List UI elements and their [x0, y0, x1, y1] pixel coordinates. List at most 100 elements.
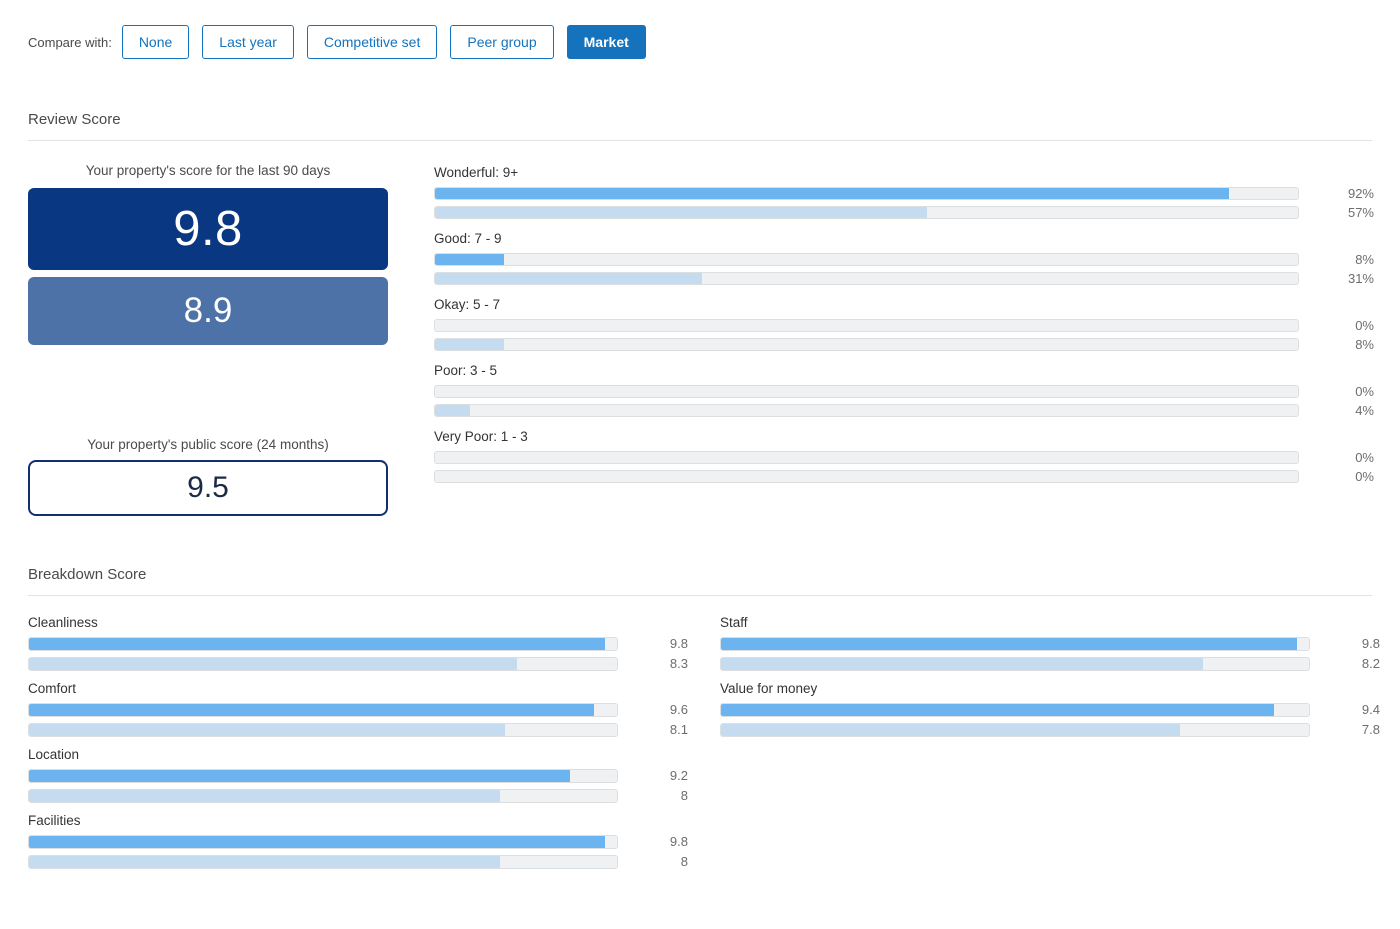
breakdown-group-comfort: Comfort 9.6 8.1	[28, 681, 688, 737]
breakdown-value-staff-market: 8.2	[1361, 656, 1380, 671]
breakdown-row-value-for-money-market: 7.8	[720, 722, 1380, 737]
bar-fill-property	[435, 254, 505, 265]
compare-option-none[interactable]: None	[121, 25, 190, 59]
bar-fill-market	[435, 339, 505, 350]
bar-track	[720, 722, 1311, 737]
bar-fill-market	[435, 207, 927, 218]
public-score-box: 9.5	[28, 460, 388, 516]
distribution-value-very-poor-property: 0%	[1355, 450, 1374, 465]
bar-fill-property	[721, 703, 1274, 716]
primary-score-box: 9.8	[28, 188, 388, 270]
compare-score-value: 8.9	[183, 291, 233, 330]
bar-fill-market	[29, 657, 518, 670]
breakdown-row-location-market: 8	[28, 788, 688, 803]
distribution-group-wonderful: Wonderful: 9+ 92% 57%	[434, 165, 1374, 220]
bar-fill-property	[29, 703, 594, 716]
breakdown-group-cleanliness: Cleanliness 9.8 8.3	[28, 615, 688, 671]
bar-track	[28, 702, 619, 717]
bar-track	[720, 656, 1311, 671]
bar-track	[28, 834, 619, 849]
breakdown-value-facilities-market: 8	[680, 854, 688, 869]
compare-with-toolbar: Compare with: None Last year Competitive…	[28, 25, 659, 59]
distribution-value-good-property: 8%	[1355, 252, 1374, 267]
bar-track	[434, 319, 1299, 332]
breakdown-column-right: Staff 9.8 8.2 Value for money 9.4 7.8	[720, 615, 1380, 747]
breakdown-column-left: Cleanliness 9.8 8.3 Comfort 9.6 8.1 Loca…	[28, 615, 688, 879]
breakdown-value-facilities-property: 9.8	[669, 834, 688, 849]
distribution-value-poor-property: 0%	[1355, 384, 1374, 399]
distribution-label-good: Good: 7 - 9	[434, 231, 502, 246]
distribution-label-very-poor: Very Poor: 1 - 3	[434, 429, 528, 444]
breakdown-group-facilities: Facilities 9.8 8	[28, 813, 688, 869]
bar-track	[434, 272, 1299, 285]
bar-fill-market	[29, 789, 500, 802]
compare-option-market[interactable]: Market	[566, 25, 646, 59]
bar-fill-market	[29, 855, 500, 868]
breakdown-value-value-for-money-property: 9.4	[1361, 702, 1380, 717]
breakdown-score-divider	[28, 595, 1372, 596]
bar-fill-market	[435, 405, 470, 416]
breakdown-label-cleanliness: Cleanliness	[28, 615, 98, 630]
compare-option-peer-group[interactable]: Peer group	[450, 25, 554, 59]
distribution-value-good-market: 31%	[1347, 271, 1374, 286]
breakdown-value-cleanliness-market: 8.3	[669, 656, 688, 671]
bar-track	[28, 768, 619, 783]
distribution-label-wonderful: Wonderful: 9+	[434, 165, 519, 180]
compare-option-competitive-set[interactable]: Competitive set	[306, 25, 438, 59]
distribution-group-okay: Okay: 5 - 7 0% 8%	[434, 297, 1374, 352]
bar-track	[434, 404, 1299, 417]
bar-fill-property	[29, 769, 571, 782]
distribution-value-very-poor-market: 0%	[1355, 469, 1374, 484]
breakdown-label-comfort: Comfort	[28, 681, 77, 696]
bar-track	[434, 187, 1299, 200]
distribution-label-poor: Poor: 3 - 5	[434, 363, 498, 378]
breakdown-row-staff-market: 8.2	[720, 656, 1380, 671]
distribution-row-wonderful-market: 57%	[434, 205, 1374, 220]
breakdown-row-facilities-market: 8	[28, 854, 688, 869]
bar-fill-property	[29, 835, 606, 848]
bar-fill-property	[29, 637, 606, 650]
breakdown-label-location: Location	[28, 747, 80, 762]
score-distribution-chart: Wonderful: 9+ 92% 57% Good: 7 - 9 8% 31%…	[434, 165, 1374, 495]
breakdown-value-value-for-money-market: 7.8	[1361, 722, 1380, 737]
distribution-row-very-poor-property: 0%	[434, 450, 1374, 465]
breakdown-group-location: Location 9.2 8	[28, 747, 688, 803]
breakdown-row-cleanliness-market: 8.3	[28, 656, 688, 671]
breakdown-value-staff-property: 9.8	[1361, 636, 1380, 651]
public-score-caption: Your property's public score (24 months)	[87, 437, 329, 452]
bar-fill-property	[721, 637, 1298, 650]
distribution-row-good-property: 8%	[434, 252, 1374, 267]
bar-track	[434, 451, 1299, 464]
breakdown-row-comfort-property: 9.6	[28, 702, 688, 717]
distribution-row-very-poor-market: 0%	[434, 469, 1374, 484]
bar-track	[720, 636, 1311, 651]
distribution-value-poor-market: 4%	[1355, 403, 1374, 418]
breakdown-row-comfort-market: 8.1	[28, 722, 688, 737]
distribution-value-wonderful-property: 92%	[1347, 186, 1374, 201]
distribution-label-okay: Okay: 5 - 7	[434, 297, 501, 312]
breakdown-value-cleanliness-property: 9.8	[669, 636, 688, 651]
distribution-group-very-poor: Very Poor: 1 - 3 0% 0%	[434, 429, 1374, 484]
distribution-value-okay-property: 0%	[1355, 318, 1374, 333]
bar-fill-market	[29, 723, 506, 736]
bar-track	[28, 854, 619, 869]
distribution-group-poor: Poor: 3 - 5 0% 4%	[434, 363, 1374, 418]
bar-track	[28, 656, 619, 671]
distribution-row-okay-property: 0%	[434, 318, 1374, 333]
distribution-value-okay-market: 8%	[1355, 337, 1374, 352]
breakdown-value-comfort-market: 8.1	[669, 722, 688, 737]
distribution-row-poor-property: 0%	[434, 384, 1374, 399]
bar-fill-market	[435, 273, 703, 284]
review-score-heading: Review Score	[28, 111, 121, 128]
bar-track	[28, 636, 619, 651]
bar-track	[434, 470, 1299, 483]
compare-with-label: Compare with:	[28, 34, 112, 50]
distribution-value-wonderful-market: 57%	[1347, 205, 1374, 220]
breakdown-label-facilities: Facilities	[28, 813, 81, 828]
compare-option-last-year[interactable]: Last year	[202, 25, 294, 59]
distribution-row-good-market: 31%	[434, 271, 1374, 286]
breakdown-row-cleanliness-property: 9.8	[28, 636, 688, 651]
bar-fill-market	[721, 723, 1180, 736]
bar-track	[434, 338, 1299, 351]
compare-score-box: 8.9	[28, 277, 388, 345]
